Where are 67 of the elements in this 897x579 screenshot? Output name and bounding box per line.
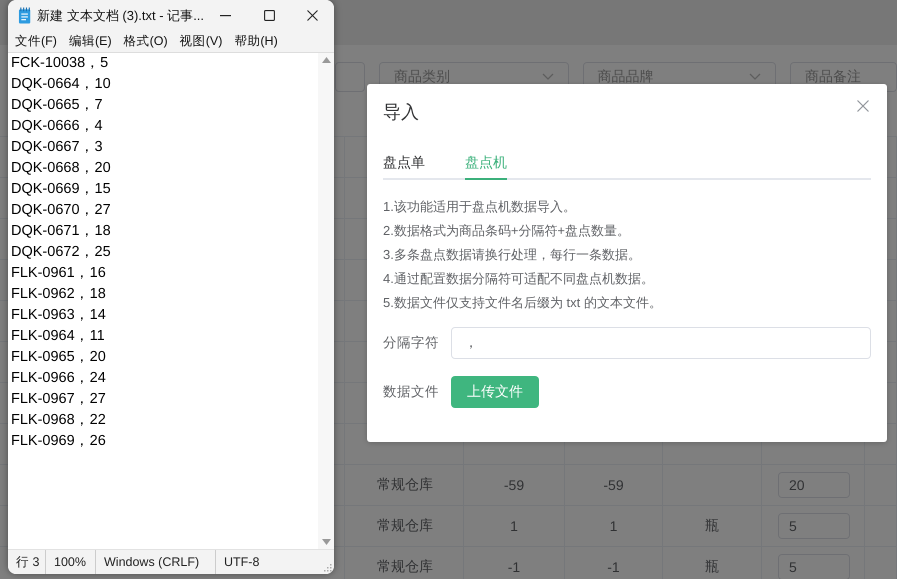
quantity-field[interactable]: 5 — [778, 513, 850, 539]
maximize-icon — [264, 10, 275, 21]
window-title: 新建 文本文档 (3).txt - 记事... — [37, 6, 204, 24]
text-line: DQK-0665，7 — [11, 96, 104, 115]
instruction-text: 2.数据格式为商品条码+分隔符+盘点数量。 — [383, 222, 632, 240]
text-line: DQK-0670，27 — [11, 201, 112, 220]
quantity-field[interactable]: 20 — [778, 472, 850, 498]
text-line: DQK-0667，3 — [11, 138, 104, 157]
text-line: DQK-0672，25 — [11, 243, 112, 262]
scrollbar[interactable] — [318, 53, 334, 549]
status-item: UTF-8 — [223, 554, 260, 571]
text-line: FLK-0966，24 — [11, 369, 107, 388]
text-line: FCK-10038，5 — [11, 54, 110, 73]
table-cell: 常规仓库 — [377, 517, 433, 535]
instruction-text: 5.数据文件仅支持文件名后缀为 txt 的文本文件。 — [383, 294, 663, 312]
chevron-down-icon — [749, 73, 762, 81]
resize-grip-icon[interactable] — [324, 564, 332, 572]
instruction-text: 4.通过配置数据分隔符可适配不同盘点机数据。 — [383, 270, 655, 288]
text-line: FLK-0968，22 — [11, 411, 107, 430]
dialog-title: 导入 — [383, 101, 419, 124]
notepad-icon — [18, 7, 32, 24]
text-line: DQK-0671，18 — [11, 222, 112, 241]
table-cell: 瓶 — [705, 558, 719, 576]
status-item: 行 3 — [8, 550, 46, 574]
table-cell: 常规仓库 — [377, 476, 433, 494]
tab[interactable]: 盘点单 — [383, 144, 425, 180]
text-line: FLK-0963，14 — [11, 306, 107, 325]
quantity-field[interactable]: 5 — [778, 554, 850, 579]
table-cell: -59 — [504, 477, 524, 493]
chevron-down-icon — [542, 73, 554, 81]
text-line: FLK-0967，27 — [11, 390, 107, 409]
table-cell: -1 — [508, 559, 520, 575]
menu-item[interactable]: 编辑(E) — [64, 33, 117, 50]
text-line: FLK-0969，26 — [11, 432, 107, 451]
table-cell: -59 — [603, 477, 624, 493]
table-cell: 瓶 — [705, 517, 719, 535]
text-line: DQK-0666，4 — [11, 117, 104, 136]
table-cell: 常规仓库 — [377, 558, 433, 576]
select-field[interactable] — [335, 62, 365, 92]
tab[interactable]: 盘点机 — [465, 144, 507, 180]
status-item: Windows (CRLF) — [96, 550, 216, 574]
menu-item[interactable]: 格式(O) — [118, 33, 173, 50]
scroll-down-icon[interactable] — [322, 539, 330, 545]
text-line: DQK-0668，20 — [11, 159, 112, 178]
scroll-up-icon[interactable] — [322, 57, 330, 63]
text-line: DQK-0669，15 — [11, 180, 112, 199]
text-line: FLK-0965，20 — [11, 348, 107, 367]
status-item: 100% — [46, 550, 96, 574]
table-cell: -1 — [607, 559, 620, 575]
menu-item[interactable]: 文件(F) — [10, 33, 62, 50]
text-line: FLK-0962，18 — [11, 285, 107, 304]
menu-item[interactable]: 帮助(H) — [229, 33, 283, 50]
table-cell: 1 — [610, 518, 618, 534]
table-cell: 1 — [510, 518, 518, 534]
field-label: 数据文件 — [383, 383, 440, 401]
text-line: FLK-0961，16 — [11, 264, 107, 283]
text-line: FLK-0964，11 — [11, 327, 106, 346]
close-icon — [306, 10, 318, 21]
menu-item[interactable]: 视图(V) — [174, 33, 228, 50]
close-icon[interactable] — [857, 100, 869, 112]
field-label: 分隔字符 — [383, 334, 440, 352]
separator-field[interactable]: ， — [451, 327, 871, 359]
upload-button[interactable]: 上传文件 — [451, 376, 539, 408]
minimize-icon — [220, 14, 232, 16]
instruction-text: 1.该功能适用于盘点机数据导入。 — [383, 198, 577, 216]
instruction-text: 3.多条盘点数据请换行处理，每行一条数据。 — [383, 246, 642, 264]
text-line: DQK-0664，10 — [11, 75, 112, 94]
